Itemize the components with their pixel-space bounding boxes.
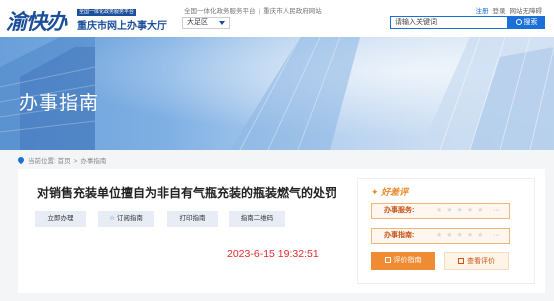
guide-rating-row[interactable]: 办事指南: ★★★★★ ··· [371,228,510,244]
star-outline-icon: ☆ [109,215,115,222]
rating-heading: ✦ 好差评 [371,185,408,198]
login-link[interactable]: 登录 [493,8,506,15]
logo-mark[interactable]: 渝快办 [6,6,67,36]
location-pin-icon [16,155,26,165]
register-link[interactable]: 注册 [476,8,489,15]
breadcrumb-current: 办事指南 [80,158,107,165]
gov-site-link[interactable]: 重庆市人民政府网站 [263,8,322,15]
banner-title: 办事指南 [19,93,100,114]
search-button-label: 搜索 [523,19,538,26]
rating-panel: ✦ 好差评 办事服务: ★★★★★ ··· 办事指南: ★★★★★ ··· 评价… [357,178,535,284]
subscribe-button[interactable]: ☆ 订阅指南 [98,211,154,227]
rating-heading-label: 好差评 [381,187,409,197]
banner: 办事指南 [0,37,554,150]
rate-guide-label: 评价指南 [393,257,422,264]
breadcrumb-home[interactable]: 首页 [58,158,71,165]
service-rating-label: 办事服务: [384,207,415,214]
site-header: 渝快办 全国一体化政务服务平台 重庆市网上办事大厅 全国一体化政务服务平台 | 重庆… [0,0,554,37]
service-more: ··· [493,207,500,214]
edit-icon [384,257,391,263]
account-links: 注册 登录 网站无障碍 [472,5,543,15]
breadcrumb: 当前位置: 首页 > 办事指南 [16,155,107,165]
search-input[interactable]: 请输入关键词 [390,16,508,29]
view-ratings-button[interactable]: 查看评价 [444,252,509,270]
search-button[interactable]: 搜索 [508,16,545,29]
top-links: 全国一体化政务服务平台 | 重庆市人民政府网站 [184,5,322,15]
platform-link[interactable]: 全国一体化政务服务平台 [184,8,256,15]
rate-guide-button[interactable]: 评价指南 [371,252,435,270]
apply-button[interactable]: 立即办理 [35,211,86,227]
divider: | [258,8,261,15]
document-icon [458,258,464,264]
chevron-down-icon [219,21,225,25]
accessibility-link[interactable]: 网站无障碍 [510,8,543,15]
service-rating-row[interactable]: 办事服务: ★★★★★ ··· [371,203,510,219]
qrcode-button[interactable]: 指南二维码 [229,211,285,227]
thumbs-up-icon: ✦ [371,187,379,197]
logo-badge: 全国一体化政务服务平台 [77,9,137,16]
subscribe-label: 订阅指南 [116,215,143,222]
service-stars[interactable]: ★★★★★ [436,204,487,218]
guide-stars[interactable]: ★★★★★ [436,229,487,243]
site-name[interactable]: 重庆市网上办事大厅 [77,17,167,32]
guide-more: ··· [493,232,500,239]
guide-card: 对销售充装单位擅自为非自有气瓶充装的瓶装燃气的处罚 立即办理 ☆ 订阅指南 打印指… [18,169,545,293]
guide-rating-label: 办事指南: [384,232,415,239]
print-button[interactable]: 打印指南 [167,211,218,227]
item-title: 对销售充装单位擅自为非自有气瓶充装的瓶装燃气的处罚 [37,186,338,200]
region-select[interactable]: 大足区 [182,17,230,29]
breadcrumb-separator: > [73,158,78,165]
region-value: 大足区 [187,19,208,26]
view-ratings-label: 查看评价 [467,258,495,265]
timestamp: 2023-6-15 19:32:51 [227,248,319,260]
breadcrumb-prefix: 当前位置: [28,158,56,165]
search-icon [515,19,522,25]
